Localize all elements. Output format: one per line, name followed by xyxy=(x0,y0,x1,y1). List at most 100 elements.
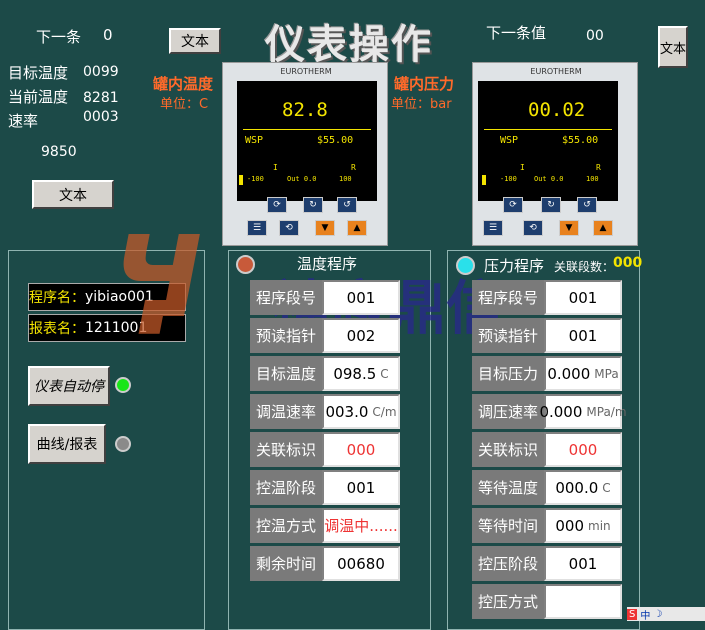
temp-meter-page-button[interactable]: ⟳ xyxy=(267,197,287,213)
press-meter-unit: 单位：bar xyxy=(391,97,452,112)
temp-meter-scale-left: -100 xyxy=(247,175,264,183)
row-unit: MPa/m xyxy=(586,404,627,419)
ime-mode: 中 xyxy=(640,610,651,622)
auto-stop-lamp xyxy=(115,377,131,393)
press-program-row-label: 关联标识 xyxy=(472,432,544,467)
press-meter-down-button[interactable]: ▼ xyxy=(559,220,579,236)
temp-program-row-label: 剩余时间 xyxy=(250,546,322,581)
program-name-label: 程序名： xyxy=(29,290,85,306)
press-meter-up-button[interactable]: ▲ xyxy=(593,220,613,236)
press-meter-scale-mid: Out 0.0 xyxy=(534,175,564,183)
text-button-top[interactable]: 文本 xyxy=(169,28,221,54)
row-value-text: 001 xyxy=(568,326,598,345)
curve-report-button[interactable]: 曲线/报表 xyxy=(28,424,106,464)
row-value-text: 001 xyxy=(346,478,376,497)
row-value-text: 0.000 xyxy=(539,402,583,421)
text-button-right[interactable]: 文本 xyxy=(658,26,688,68)
row-value-text: 0.000 xyxy=(547,364,591,383)
temp-meter-scroll-button[interactable]: ↻ xyxy=(303,197,323,213)
press-meter-divider xyxy=(484,129,612,130)
press-meter-cycle-button[interactable]: ⟲ xyxy=(523,220,543,236)
rate-value: 0003 xyxy=(83,109,119,125)
press-program-row-label: 目标压力 xyxy=(472,356,544,391)
temp-program-row-label: 调温速率 xyxy=(250,394,322,429)
press-meter-page-button[interactable]: ⟳ xyxy=(503,197,523,213)
row-value-text: 00680 xyxy=(337,554,385,573)
row-value-text: 003.0 xyxy=(325,402,369,421)
press-program-row-value: 001 xyxy=(544,280,622,315)
press-program-row-value: 0.000 MPa/m xyxy=(539,394,627,429)
press-program-lamp xyxy=(456,256,475,275)
press-meter-brand: EUROTHERM xyxy=(530,67,582,76)
temp-meter-down-button[interactable]: ▼ xyxy=(315,220,335,236)
temp-meter-r-mark: R xyxy=(351,163,356,172)
temp-program-row-value: 001 xyxy=(322,470,400,505)
text-button-left[interactable]: 文本 xyxy=(32,180,114,209)
press-program-row-label: 等待温度 xyxy=(472,470,544,505)
temp-meter-divider xyxy=(243,129,371,130)
press-program-row-value: 0.000 MPa xyxy=(544,356,622,391)
press-program-row-label: 调压速率 xyxy=(472,394,544,429)
row-unit: C/m xyxy=(372,404,397,419)
current-temp-label: 当前温度 xyxy=(8,88,69,106)
press-program-row-label: 预读指针 xyxy=(472,318,544,353)
temp-meter-screen: 82.8 WSP $55.00 I R -100 Out 0.0 100 xyxy=(237,81,377,201)
temp-meter-level-bar xyxy=(239,175,243,185)
row-value-text: 098.5 xyxy=(333,364,377,383)
target-temp-label: 目标温度 xyxy=(8,64,69,82)
auto-stop-button[interactable]: 仪表自动停 xyxy=(28,366,110,406)
row-value-text: 002 xyxy=(346,326,376,345)
row-value-text: 001 xyxy=(568,288,598,307)
rate-label: 速率 xyxy=(8,112,39,130)
ime-tray[interactable]: S 中 ☽ xyxy=(627,607,705,622)
press-meter-level-bar xyxy=(482,175,486,185)
row-value-text: 001 xyxy=(568,554,598,573)
temp-meter-up-button[interactable]: ▲ xyxy=(347,220,367,236)
temp-meter-unit: 单位：C xyxy=(160,97,209,112)
press-meter-heading: 罐内压力 xyxy=(394,75,455,93)
temp-program-row-value: 003.0 C/m xyxy=(322,394,400,429)
next-value-label: 下一条值 xyxy=(486,24,547,42)
ime-moon-icon: ☽ xyxy=(653,608,663,620)
press-program-row-value xyxy=(544,584,622,619)
next-value-value: 00 xyxy=(586,28,604,44)
temp-meter-cycle-button[interactable]: ⟲ xyxy=(279,220,299,236)
temp-program-row-label: 控温方式 xyxy=(250,508,322,543)
press-meter-scale-right: 100 xyxy=(586,175,599,183)
program-name-value: yibiao001 xyxy=(85,289,154,305)
press-meter-scroll-button[interactable]: ↻ xyxy=(541,197,561,213)
extra-value: 9850 xyxy=(41,144,77,160)
press-program-row-label: 程序段号 xyxy=(472,280,544,315)
temp-meter-heading: 罐内温度 xyxy=(153,75,214,93)
temp-program-row-value: 002 xyxy=(322,318,400,353)
row-value-text: 000.0 xyxy=(555,478,599,497)
press-meter-screen: 00.02 WSP $55.00 I R -100 Out 0.0 100 xyxy=(478,81,618,201)
temp-program-row-label: 控温阶段 xyxy=(250,470,322,505)
temp-program-row-value: 098.5 C xyxy=(322,356,400,391)
linked-count-value: 000 xyxy=(613,255,643,271)
temp-program-row-value: 001 xyxy=(322,280,400,315)
next-value: 0 xyxy=(103,26,113,44)
temp-program-row-value: 00680 xyxy=(322,546,400,581)
press-meter-mode-button[interactable]: ↺ xyxy=(577,197,597,213)
press-meter-menu-button[interactable]: ☰ xyxy=(483,220,503,236)
temp-program-row-value: 000 xyxy=(322,432,400,467)
press-meter: EUROTHERM 00.02 WSP $55.00 I R -100 Out … xyxy=(472,62,638,246)
temp-meter-pv: 82.8 xyxy=(282,99,328,121)
temp-meter-mode-button[interactable]: ↺ xyxy=(337,197,357,213)
press-meter-i-mark: I xyxy=(520,163,525,172)
target-temp-value: 0099 xyxy=(83,64,119,80)
temp-program-row-label: 程序段号 xyxy=(250,280,322,315)
press-meter-r-mark: R xyxy=(596,163,601,172)
press-program-row-value: 001 xyxy=(544,546,622,581)
report-name-box: 报表名： 1211001 xyxy=(28,314,186,342)
next-label: 下一条 xyxy=(36,28,82,46)
row-value-text: 000 xyxy=(555,516,584,535)
press-meter-wsp-label: WSP xyxy=(500,135,519,146)
temp-program-lamp xyxy=(236,255,255,274)
temp-meter-menu-button[interactable]: ☰ xyxy=(247,220,267,236)
row-unit: C xyxy=(602,480,611,495)
temp-program-title: 温度程序 xyxy=(297,255,358,273)
curve-report-lamp xyxy=(115,436,131,452)
temp-meter-brand: EUROTHERM xyxy=(280,67,332,76)
